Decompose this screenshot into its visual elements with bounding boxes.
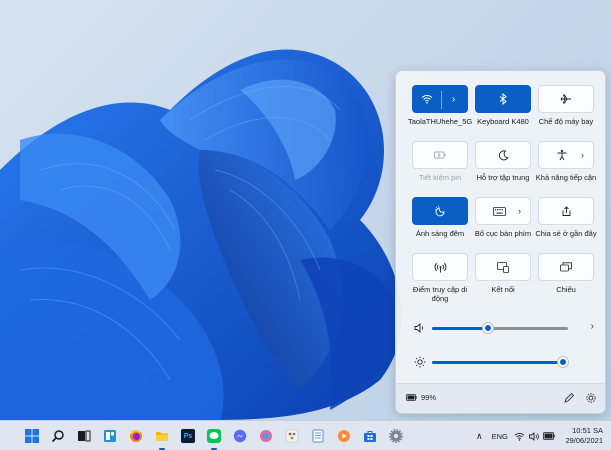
keyboard-icon	[492, 204, 506, 218]
wifi-icon	[420, 92, 434, 106]
battery-status[interactable]: 99%	[406, 393, 436, 402]
tile-airplane: Chế độ máy bay	[538, 85, 594, 135]
audio-output-chevron-icon[interactable]: ›	[591, 321, 594, 332]
chevron-right-icon[interactable]: ›	[518, 206, 521, 216]
chevron-right-icon[interactable]: ›	[581, 150, 584, 160]
airplane-toggle-button[interactable]	[538, 85, 594, 113]
cast-icon	[496, 260, 510, 274]
task-view-icon[interactable]	[74, 426, 94, 446]
system-tray: ∧ ENG	[476, 421, 555, 450]
accessibility-icon	[555, 148, 569, 162]
volume-thumb[interactable]	[483, 323, 493, 333]
connect-toggle-button[interactable]	[475, 253, 531, 281]
settings-icon[interactable]	[386, 426, 406, 446]
night-light-toggle-button[interactable]	[412, 197, 468, 225]
nearby-share-label: Chia sẻ ở gần đây	[535, 229, 597, 238]
taskbar: Ps ∧ ENG 10:51 SA 29/06/2021	[0, 420, 611, 450]
quick-settings-footer: 99%	[396, 383, 605, 413]
notepad-icon[interactable]	[308, 426, 328, 446]
project-toggle-button[interactable]	[538, 253, 594, 281]
volume-track[interactable]	[432, 323, 568, 333]
clock[interactable]: 10:51 SA 29/06/2021	[565, 426, 603, 446]
edit-quick-settings-icon[interactable]	[563, 392, 575, 404]
volume-tray-icon[interactable]	[528, 431, 539, 441]
bluetooth-toggle-button[interactable]	[475, 85, 531, 113]
tile-connect: Kết nối	[475, 253, 531, 303]
wifi-expand-button[interactable]: ›	[440, 86, 467, 112]
wifi-toggle-half[interactable]	[413, 86, 440, 112]
settings-gear-icon[interactable]	[585, 392, 597, 404]
accessibility-toggle-button[interactable]: ›	[538, 141, 594, 169]
share-icon	[559, 204, 573, 218]
tile-wifi: › TaolaTHUhehe_5G	[408, 85, 472, 135]
battery-percent: 99%	[421, 393, 437, 402]
media-player-icon[interactable]	[334, 426, 354, 446]
tile-night-light: Ánh sáng đêm	[412, 197, 468, 247]
mobile-hotspot-label: Điểm truy cập di động	[412, 285, 468, 303]
night-light-icon	[433, 204, 447, 218]
brightness-icon	[414, 356, 426, 368]
airplane-icon	[559, 92, 573, 106]
tile-accessibility: › Khả năng tiếp cận	[536, 141, 596, 191]
tile-keyboard-layout: › Bố cục bàn phím	[475, 197, 531, 247]
paint-icon[interactable]	[282, 426, 302, 446]
bluetooth-label: Keyboard K480	[477, 117, 529, 126]
wifi-toggle-button[interactable]: ›	[412, 85, 468, 113]
tile-bluetooth: Keyboard K480	[475, 85, 531, 135]
tile-divider	[441, 91, 442, 109]
speaker-icon[interactable]	[414, 322, 426, 334]
store-icon[interactable]	[360, 426, 380, 446]
nearby-share-toggle-button[interactable]	[538, 197, 594, 225]
mobile-hotspot-toggle-button[interactable]	[412, 253, 468, 281]
brightness-slider-row	[414, 355, 594, 369]
tile-project: Chiếu	[538, 253, 594, 303]
line-icon[interactable]	[204, 426, 224, 450]
show-hidden-icons-chevron-icon[interactable]: ∧	[476, 431, 483, 442]
wifi-label: TaolaTHUhehe_5G	[408, 117, 473, 126]
tile-battery-saver: Tiết kiệm pin	[412, 141, 468, 191]
keyboard-layout-label: Bố cục bàn phím	[474, 229, 532, 238]
bluetooth-icon	[496, 92, 510, 106]
battery-icon	[406, 394, 417, 401]
tile-nearby-share: Chia sẻ ở gần đây	[535, 197, 597, 247]
brightness-track[interactable]	[432, 357, 568, 367]
brightness-thumb[interactable]	[558, 357, 568, 367]
project-icon	[559, 260, 573, 274]
edge-icon[interactable]	[256, 426, 276, 446]
start-icon[interactable]	[22, 426, 42, 446]
battery-saver-toggle-button	[412, 141, 468, 169]
project-label: Chiếu	[556, 285, 576, 294]
photoshop-label: Ps	[183, 432, 193, 440]
quick-settings-grid: › TaolaTHUhehe_5G Keyboard K480 Chế độ máy …	[408, 85, 597, 303]
widgets-icon[interactable]	[100, 426, 120, 446]
keyboard-layout-toggle-button[interactable]: ›	[475, 197, 531, 225]
messenger-icon[interactable]	[230, 426, 250, 446]
accessibility-label: Khả năng tiếp cận	[535, 173, 597, 182]
hotspot-icon	[433, 260, 447, 274]
battery-tray-icon[interactable]	[542, 432, 555, 440]
search-icon[interactable]	[48, 426, 68, 446]
clock-time: 10:51 SA	[572, 426, 603, 435]
photoshop-icon[interactable]: Ps	[178, 426, 198, 446]
language-indicator[interactable]: ENG	[492, 432, 508, 441]
volume-slider-row: ›	[414, 321, 594, 335]
volume-fill	[432, 327, 488, 330]
tile-focus-assist: Hỗ trợ tập trung	[475, 141, 531, 191]
brightness-fill	[432, 361, 568, 364]
battery-saver-icon	[433, 148, 447, 162]
night-light-label: Ánh sáng đêm	[415, 229, 465, 238]
firefox-icon[interactable]	[126, 426, 146, 446]
airplane-label: Chế độ máy bay	[538, 117, 594, 126]
focus-assist-label: Hỗ trợ tập trung	[476, 173, 530, 182]
tile-mobile-hotspot: Điểm truy cập di động	[412, 253, 468, 303]
chevron-right-icon: ›	[451, 93, 456, 105]
moon-icon	[496, 148, 510, 162]
focus-assist-toggle-button[interactable]	[475, 141, 531, 169]
quick-settings-panel: › TaolaTHUhehe_5G Keyboard K480 Chế độ máy …	[395, 70, 606, 414]
connect-label: Kết nối	[491, 285, 515, 294]
wifi-tray-icon[interactable]	[514, 432, 525, 441]
battery-saver-label: Tiết kiệm pin	[418, 173, 462, 182]
file-explorer-icon[interactable]	[152, 426, 172, 450]
clock-date: 29/06/2021	[565, 436, 603, 445]
